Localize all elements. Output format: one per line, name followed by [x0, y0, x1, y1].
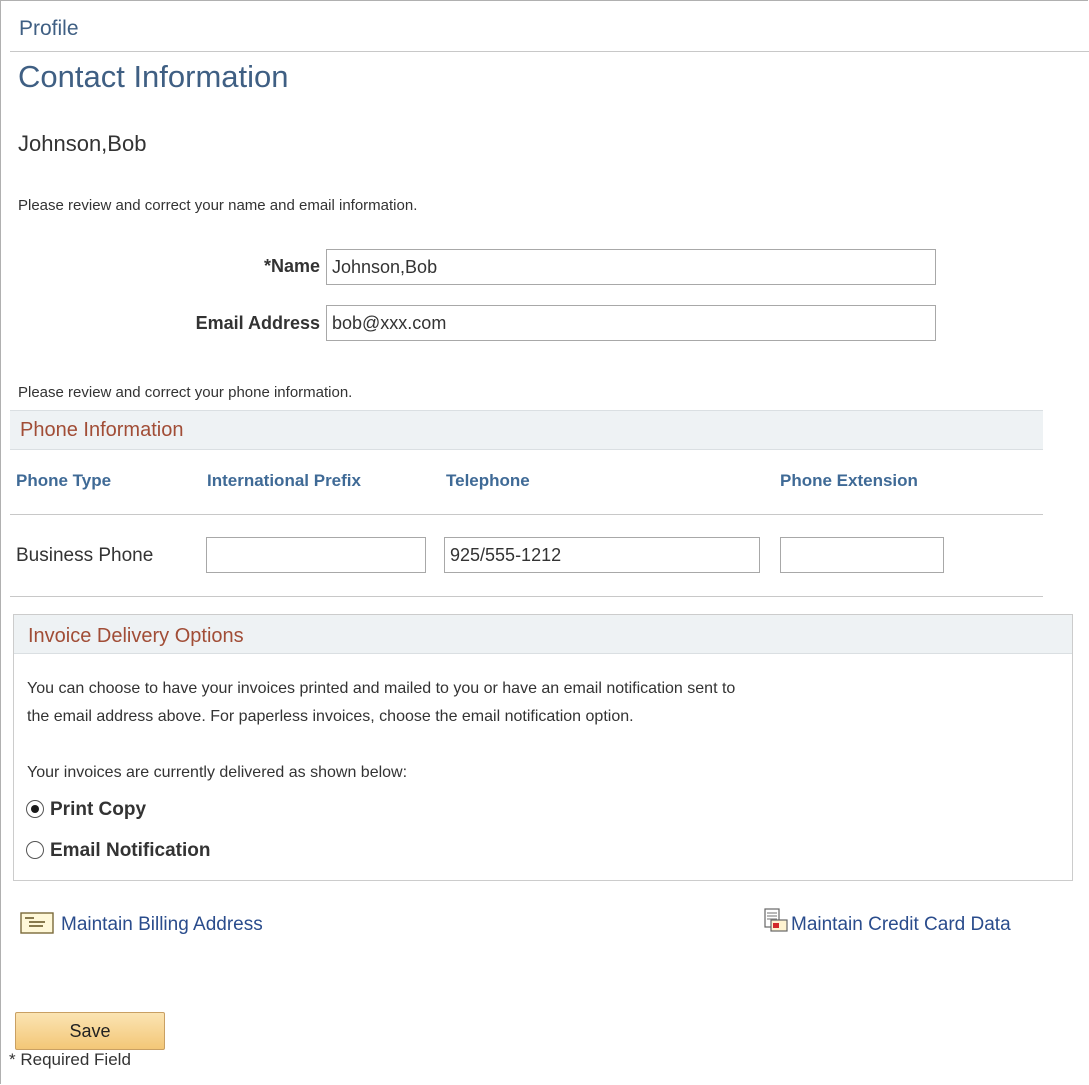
invoice-description-line1: You can choose to have your invoices pri… [27, 680, 736, 697]
invoice-options-box: Invoice Delivery Options You can choose … [13, 614, 1073, 881]
phone-section-title: Phone Information [20, 419, 184, 441]
page-title: Contact Information [18, 59, 289, 94]
maintain-billing-address-link[interactable]: Maintain Billing Address [61, 914, 263, 936]
col-phone-type[interactable]: Phone Type [16, 471, 111, 491]
phone-header-divider [10, 514, 1043, 515]
name-email-instruction: Please review and correct your name and … [18, 197, 418, 214]
phone-section-header: Phone Information [10, 410, 1043, 450]
breadcrumb[interactable]: Profile [19, 17, 79, 41]
credit-card-link-row[interactable]: Maintain Credit Card Data [764, 908, 1086, 938]
invoice-current-text: Your invoices are currently delivered as… [27, 764, 408, 781]
radio-checked-icon[interactable] [26, 800, 44, 818]
col-phone-extension[interactable]: Phone Extension [780, 471, 918, 491]
header-divider [10, 51, 1089, 52]
phone-extension-input[interactable] [780, 537, 944, 573]
person-name: Johnson,Bob [18, 131, 147, 156]
radio-email-notification-label[interactable]: Email Notification [50, 840, 210, 862]
radio-print-copy[interactable]: Print Copy [26, 797, 326, 823]
name-label: *Name [263, 256, 320, 276]
col-telephone[interactable]: Telephone [446, 471, 530, 491]
col-international-prefix[interactable]: International Prefix [207, 471, 361, 491]
radio-print-copy-label[interactable]: Print Copy [50, 799, 146, 821]
radio-unchecked-icon[interactable] [26, 841, 44, 859]
required-field-note: * Required Field [9, 1050, 131, 1069]
envelope-address-icon[interactable] [20, 912, 54, 939]
radio-email-notification[interactable]: Email Notification [26, 838, 326, 864]
phone-type-value: Business Phone [16, 545, 154, 566]
email-label: Email Address [195, 313, 320, 333]
credit-card-document-icon[interactable] [764, 908, 788, 941]
telephone-input[interactable] [444, 537, 760, 573]
international-prefix-input[interactable] [206, 537, 426, 573]
invoice-description-line2: the email address above. For paperless i… [27, 708, 634, 725]
invoice-section-title: Invoice Delivery Options [28, 625, 244, 647]
name-input[interactable] [326, 249, 936, 285]
email-input[interactable] [326, 305, 936, 341]
maintain-credit-card-link[interactable]: Maintain Credit Card Data [791, 914, 1011, 936]
billing-address-link-row[interactable]: Maintain Billing Address [20, 911, 340, 937]
invoice-section-header: Invoice Delivery Options [14, 615, 1072, 654]
phone-row-divider [10, 596, 1043, 597]
phone-instruction: Please review and correct your phone inf… [18, 384, 353, 401]
save-button[interactable]: Save [15, 1012, 165, 1050]
